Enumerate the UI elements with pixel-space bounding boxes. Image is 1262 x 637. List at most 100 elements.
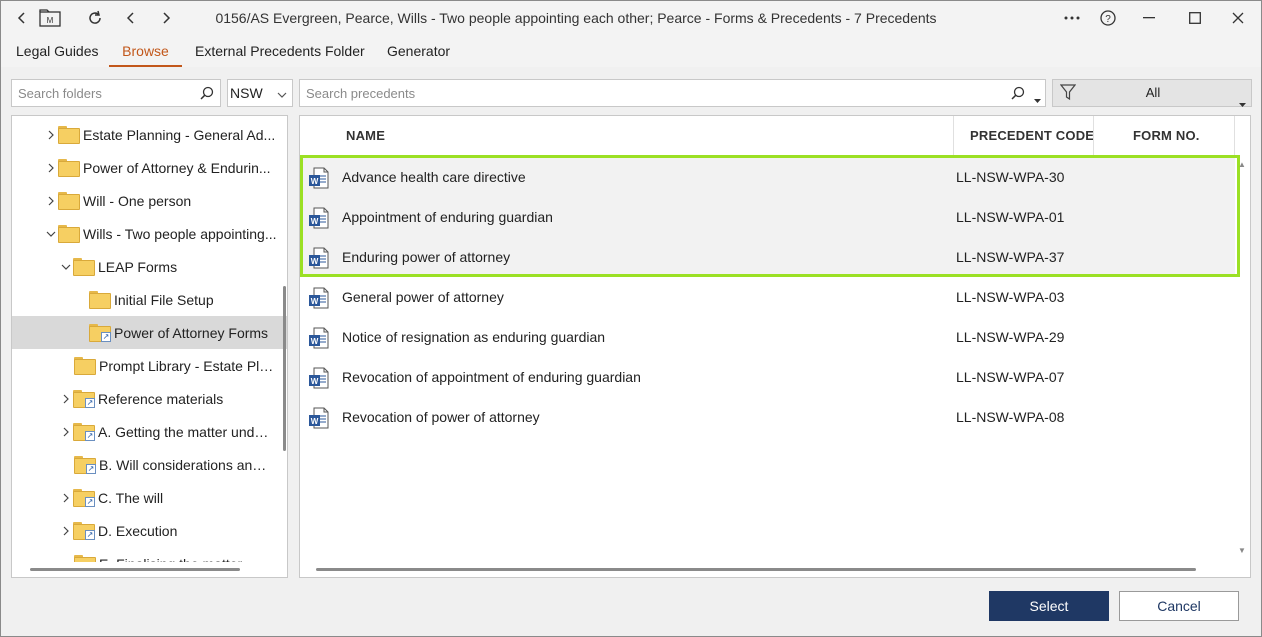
caret-down-icon [1239,91,1246,117]
tree-item[interactable]: Will - One person [12,184,287,217]
table-row[interactable]: W Advance health care directive LL-NSW-W… [300,157,1235,197]
column-divider[interactable] [953,116,954,156]
tree-item[interactable]: Estate Planning - General Ad... [12,118,287,151]
maximize-icon[interactable] [1172,1,1218,35]
tree-item[interactable]: ↗ B. Will considerations and ... [12,448,287,481]
precedent-code: LL-NSW-WPA-08 [956,409,1065,425]
tree-item[interactable]: ↗ A. Getting the matter unde... [12,415,287,448]
folder-icon [89,290,111,309]
column-divider[interactable] [1093,116,1094,156]
nav-back-icon[interactable] [114,1,148,35]
chevron-right-icon[interactable] [59,394,73,404]
precedent-code: LL-NSW-WPA-29 [956,329,1065,345]
tree-item-selected[interactable]: ↗ Power of Attorney Forms [12,316,287,349]
precedent-code: LL-NSW-WPA-30 [956,169,1065,185]
word-document-icon: W [309,287,329,309]
tree-item[interactable]: ↗ C. The will [12,481,287,514]
word-document-icon: W [309,167,329,189]
precedents-dialog: M 0156/AS Evergreen, Pearce, Wills - Two… [0,0,1262,637]
precedent-code: LL-NSW-WPA-07 [956,369,1065,385]
chevron-right-icon[interactable] [44,196,58,206]
folder-icon [58,158,80,177]
svg-text:W: W [311,377,319,386]
chevron-right-icon[interactable] [59,427,73,437]
tab-legal-guides[interactable]: Legal Guides [10,35,105,67]
tree-item[interactable]: ↗ Reference materials [12,382,287,415]
word-document-icon: W [309,207,329,229]
nav-forward-icon[interactable] [149,1,183,35]
precedent-name: Appointment of enduring guardian [342,209,553,225]
refresh-icon[interactable] [78,1,112,35]
precedent-name: Advance health care directive [342,169,526,185]
tab-bar: Legal Guides Browse External Precedents … [1,35,1261,67]
chevron-right-icon[interactable] [44,163,58,173]
search-options-caret-icon[interactable] [1034,91,1041,107]
state-select[interactable]: NSW [227,79,293,107]
search-icon[interactable] [1011,86,1025,103]
chevron-down-icon [277,80,287,106]
help-icon[interactable]: ? [1086,1,1130,35]
tree-item[interactable]: ↗ D. Execution [12,514,287,547]
tab-browse[interactable]: Browse [109,35,182,67]
svg-text:W: W [311,177,319,186]
matter-icon[interactable]: M [33,1,67,35]
precedent-search-input[interactable] [306,80,996,106]
window-title: 0156/AS Evergreen, Pearce, Wills - Two p… [215,10,937,26]
folder-icon [74,356,96,375]
tab-generator[interactable]: Generator [381,35,456,67]
precedents-table: NAME PRECEDENT CODE FORM NO. W Advance h… [299,115,1251,578]
precedent-name: Notice of resignation as enduring guardi… [342,329,606,345]
table-row[interactable]: W Enduring power of attorney LL-NSW-WPA-… [300,237,1235,277]
chevron-down-icon[interactable] [59,263,73,271]
tree-horizontal-scrollbar[interactable] [30,568,240,571]
table-row[interactable]: W Appointment of enduring guardian LL-NS… [300,197,1235,237]
filter-select[interactable]: All [1052,79,1252,107]
minimize-icon[interactable] [1126,1,1172,35]
table-row[interactable]: W Revocation of appointment of enduring … [300,357,1235,397]
table-horizontal-scrollbar[interactable] [316,568,1196,571]
cancel-button[interactable]: Cancel [1119,591,1239,621]
precedent-name: Revocation of appointment of enduring gu… [342,369,641,385]
word-document-icon: W [309,247,329,269]
column-header-name[interactable]: NAME [346,116,385,156]
folder-shortcut-icon: ↗ [73,422,95,441]
column-divider [1234,116,1235,156]
tree-item[interactable]: Wills - Two people appointing... [12,217,287,250]
tab-external-precedents-folder[interactable]: External Precedents Folder [189,35,371,67]
folder-shortcut-icon: ↗ [89,323,111,342]
precedent-code: LL-NSW-WPA-03 [956,289,1065,305]
folder-tree: Estate Planning - General Ad... Power of… [11,115,288,578]
folder-icon [58,125,80,144]
precedent-code: LL-NSW-WPA-01 [956,209,1065,225]
tree-item[interactable]: Prompt Library - Estate Pla... [12,349,287,382]
folder-search-input[interactable] [18,80,193,106]
close-icon[interactable] [1215,1,1261,35]
column-header-precedent-code[interactable]: PRECEDENT CODE [970,116,1094,156]
precedent-search-box [299,79,1046,107]
scroll-up-icon[interactable]: ▲ [1238,160,1246,169]
tree-item[interactable]: LEAP Forms [12,250,287,283]
chevron-right-icon[interactable] [59,526,73,536]
chevron-right-icon[interactable] [44,130,58,140]
word-document-icon: W [309,327,329,349]
precedent-code: LL-NSW-WPA-37 [956,249,1065,265]
folder-icon [73,257,95,276]
folder-icon [58,224,80,243]
table-row[interactable]: W Revocation of power of attorney LL-NSW… [300,397,1235,437]
search-icon[interactable] [200,86,214,103]
tree-item[interactable]: Power of Attorney & Endurin... [12,151,287,184]
column-header-form-no[interactable]: FORM NO. [1133,116,1200,156]
folder-shortcut-icon: ↗ [73,521,95,540]
filter-value: All [1145,85,1161,100]
table-row[interactable]: W General power of attorney LL-NSW-WPA-0… [300,277,1235,317]
word-document-icon: W [309,407,329,429]
table-row[interactable]: W Notice of resignation as enduring guar… [300,317,1235,357]
chevron-down-icon[interactable] [44,230,58,238]
chevron-right-icon[interactable] [59,493,73,503]
tree-item[interactable]: Initial File Setup [12,283,287,316]
select-button[interactable]: Select [989,591,1109,621]
folder-search-box [11,79,221,107]
tree-vertical-scrollbar[interactable] [283,286,286,451]
scroll-down-icon[interactable]: ▼ [1238,546,1246,555]
svg-text:W: W [311,217,319,226]
